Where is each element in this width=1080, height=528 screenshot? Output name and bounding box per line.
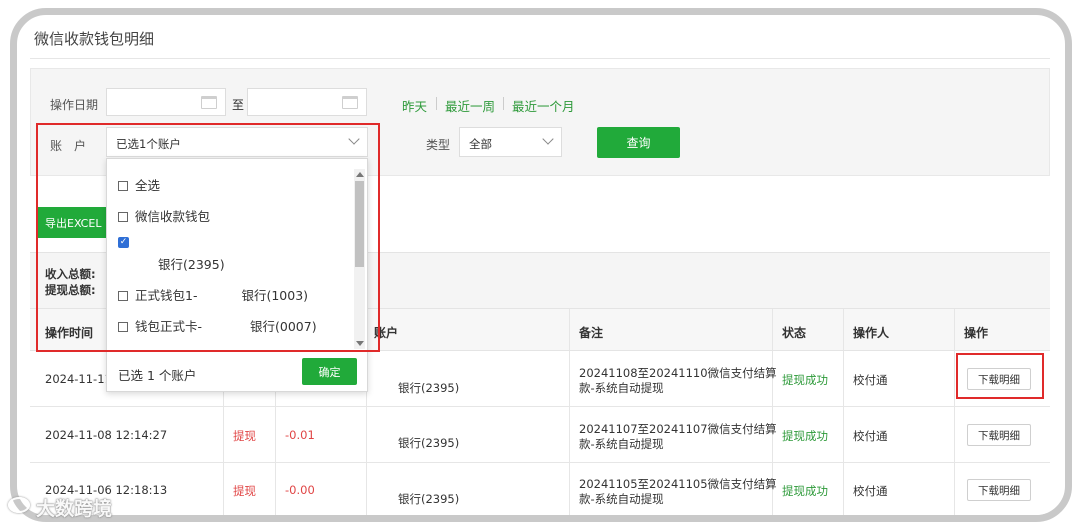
row-note-line1: 20241107至20241107微信支付结算 bbox=[579, 422, 777, 436]
title-divider bbox=[30, 58, 1050, 59]
date-label: 操作日期 bbox=[50, 98, 99, 112]
confirm-button[interactable]: 确定 bbox=[302, 358, 357, 385]
column-header-action: 操作 bbox=[964, 326, 989, 340]
column-header-operator: 操作人 bbox=[853, 326, 890, 340]
row-time: 2024-11-08 12:14:27 bbox=[45, 428, 168, 442]
row-account: 银行(2395) bbox=[398, 492, 460, 506]
page-title: 微信收款钱包明细 bbox=[34, 30, 155, 48]
row-account: 银行(2395) bbox=[398, 436, 460, 450]
row-status: 提现成功 bbox=[782, 484, 828, 498]
quick-link-divider bbox=[503, 97, 504, 110]
row-time: 2024-11-11 bbox=[45, 372, 112, 386]
download-detail-button[interactable]: 下载明细 bbox=[967, 424, 1031, 446]
type-select[interactable]: 全部 bbox=[459, 127, 562, 157]
start-date-input[interactable] bbox=[106, 88, 226, 116]
date-range-separator: 至 bbox=[232, 98, 245, 112]
type-label: 类型 bbox=[426, 138, 451, 152]
watermark-logo-icon bbox=[8, 497, 30, 513]
column-header-status: 状态 bbox=[782, 326, 807, 340]
row-type: 提现 bbox=[233, 484, 256, 498]
quick-link-last-week[interactable]: 最近一周 bbox=[445, 96, 495, 115]
quick-link-divider bbox=[436, 97, 437, 110]
selected-count-text: 已选 1 个账户 bbox=[118, 368, 197, 383]
row-account: 银行(2395) bbox=[398, 381, 460, 395]
row-note-line2: 款-系统自动提现 bbox=[579, 492, 664, 506]
row-note-line2: 款-系统自动提现 bbox=[579, 381, 664, 395]
row-amount: -0.00 bbox=[285, 483, 315, 497]
download-detail-button[interactable]: 下载明细 bbox=[967, 479, 1031, 501]
table-row: 2024-11-08 12:14:27 提现 -0.01 银行(2395) 20… bbox=[30, 407, 1050, 463]
row-note-line1: 20241105至20241105微信支付结算 bbox=[579, 477, 777, 491]
chevron-down-icon bbox=[542, 133, 554, 145]
row-operator: 校付通 bbox=[853, 484, 888, 498]
table-row: 2024-11-06 12:18:13 提现 -0.00 银行(2395) 20… bbox=[30, 463, 1050, 515]
row-status: 提现成功 bbox=[782, 373, 828, 387]
row-note-line2: 款-系统自动提现 bbox=[579, 437, 664, 451]
dropdown-footer: 已选 1 个账户 确定 bbox=[107, 351, 367, 393]
query-button[interactable]: 查询 bbox=[597, 127, 680, 158]
quick-link-yesterday[interactable]: 昨天 bbox=[402, 96, 427, 115]
row-operator: 校付通 bbox=[853, 429, 888, 443]
highlight-box-download bbox=[956, 353, 1044, 399]
end-date-input[interactable] bbox=[247, 88, 367, 116]
row-note-line1: 20241108至20241110微信支付结算 bbox=[579, 366, 777, 380]
quick-link-last-month[interactable]: 最近一个月 bbox=[512, 96, 575, 115]
row-operator: 校付通 bbox=[853, 373, 888, 387]
highlight-box-account-select bbox=[36, 123, 380, 352]
type-select-value: 全部 bbox=[469, 137, 492, 151]
calendar-icon[interactable] bbox=[201, 96, 217, 109]
row-status: 提现成功 bbox=[782, 429, 828, 443]
row-amount: -0.01 bbox=[285, 428, 315, 442]
calendar-icon[interactable] bbox=[342, 96, 358, 109]
screenshot-frame: 微信收款钱包明细 操作日期 至 昨天 最近一周 最近一个月 账 户 已选1个账户… bbox=[10, 8, 1072, 522]
row-type: 提现 bbox=[233, 429, 256, 443]
watermark-text: 大数跨境 bbox=[36, 498, 113, 520]
column-header-note: 备注 bbox=[579, 326, 604, 340]
